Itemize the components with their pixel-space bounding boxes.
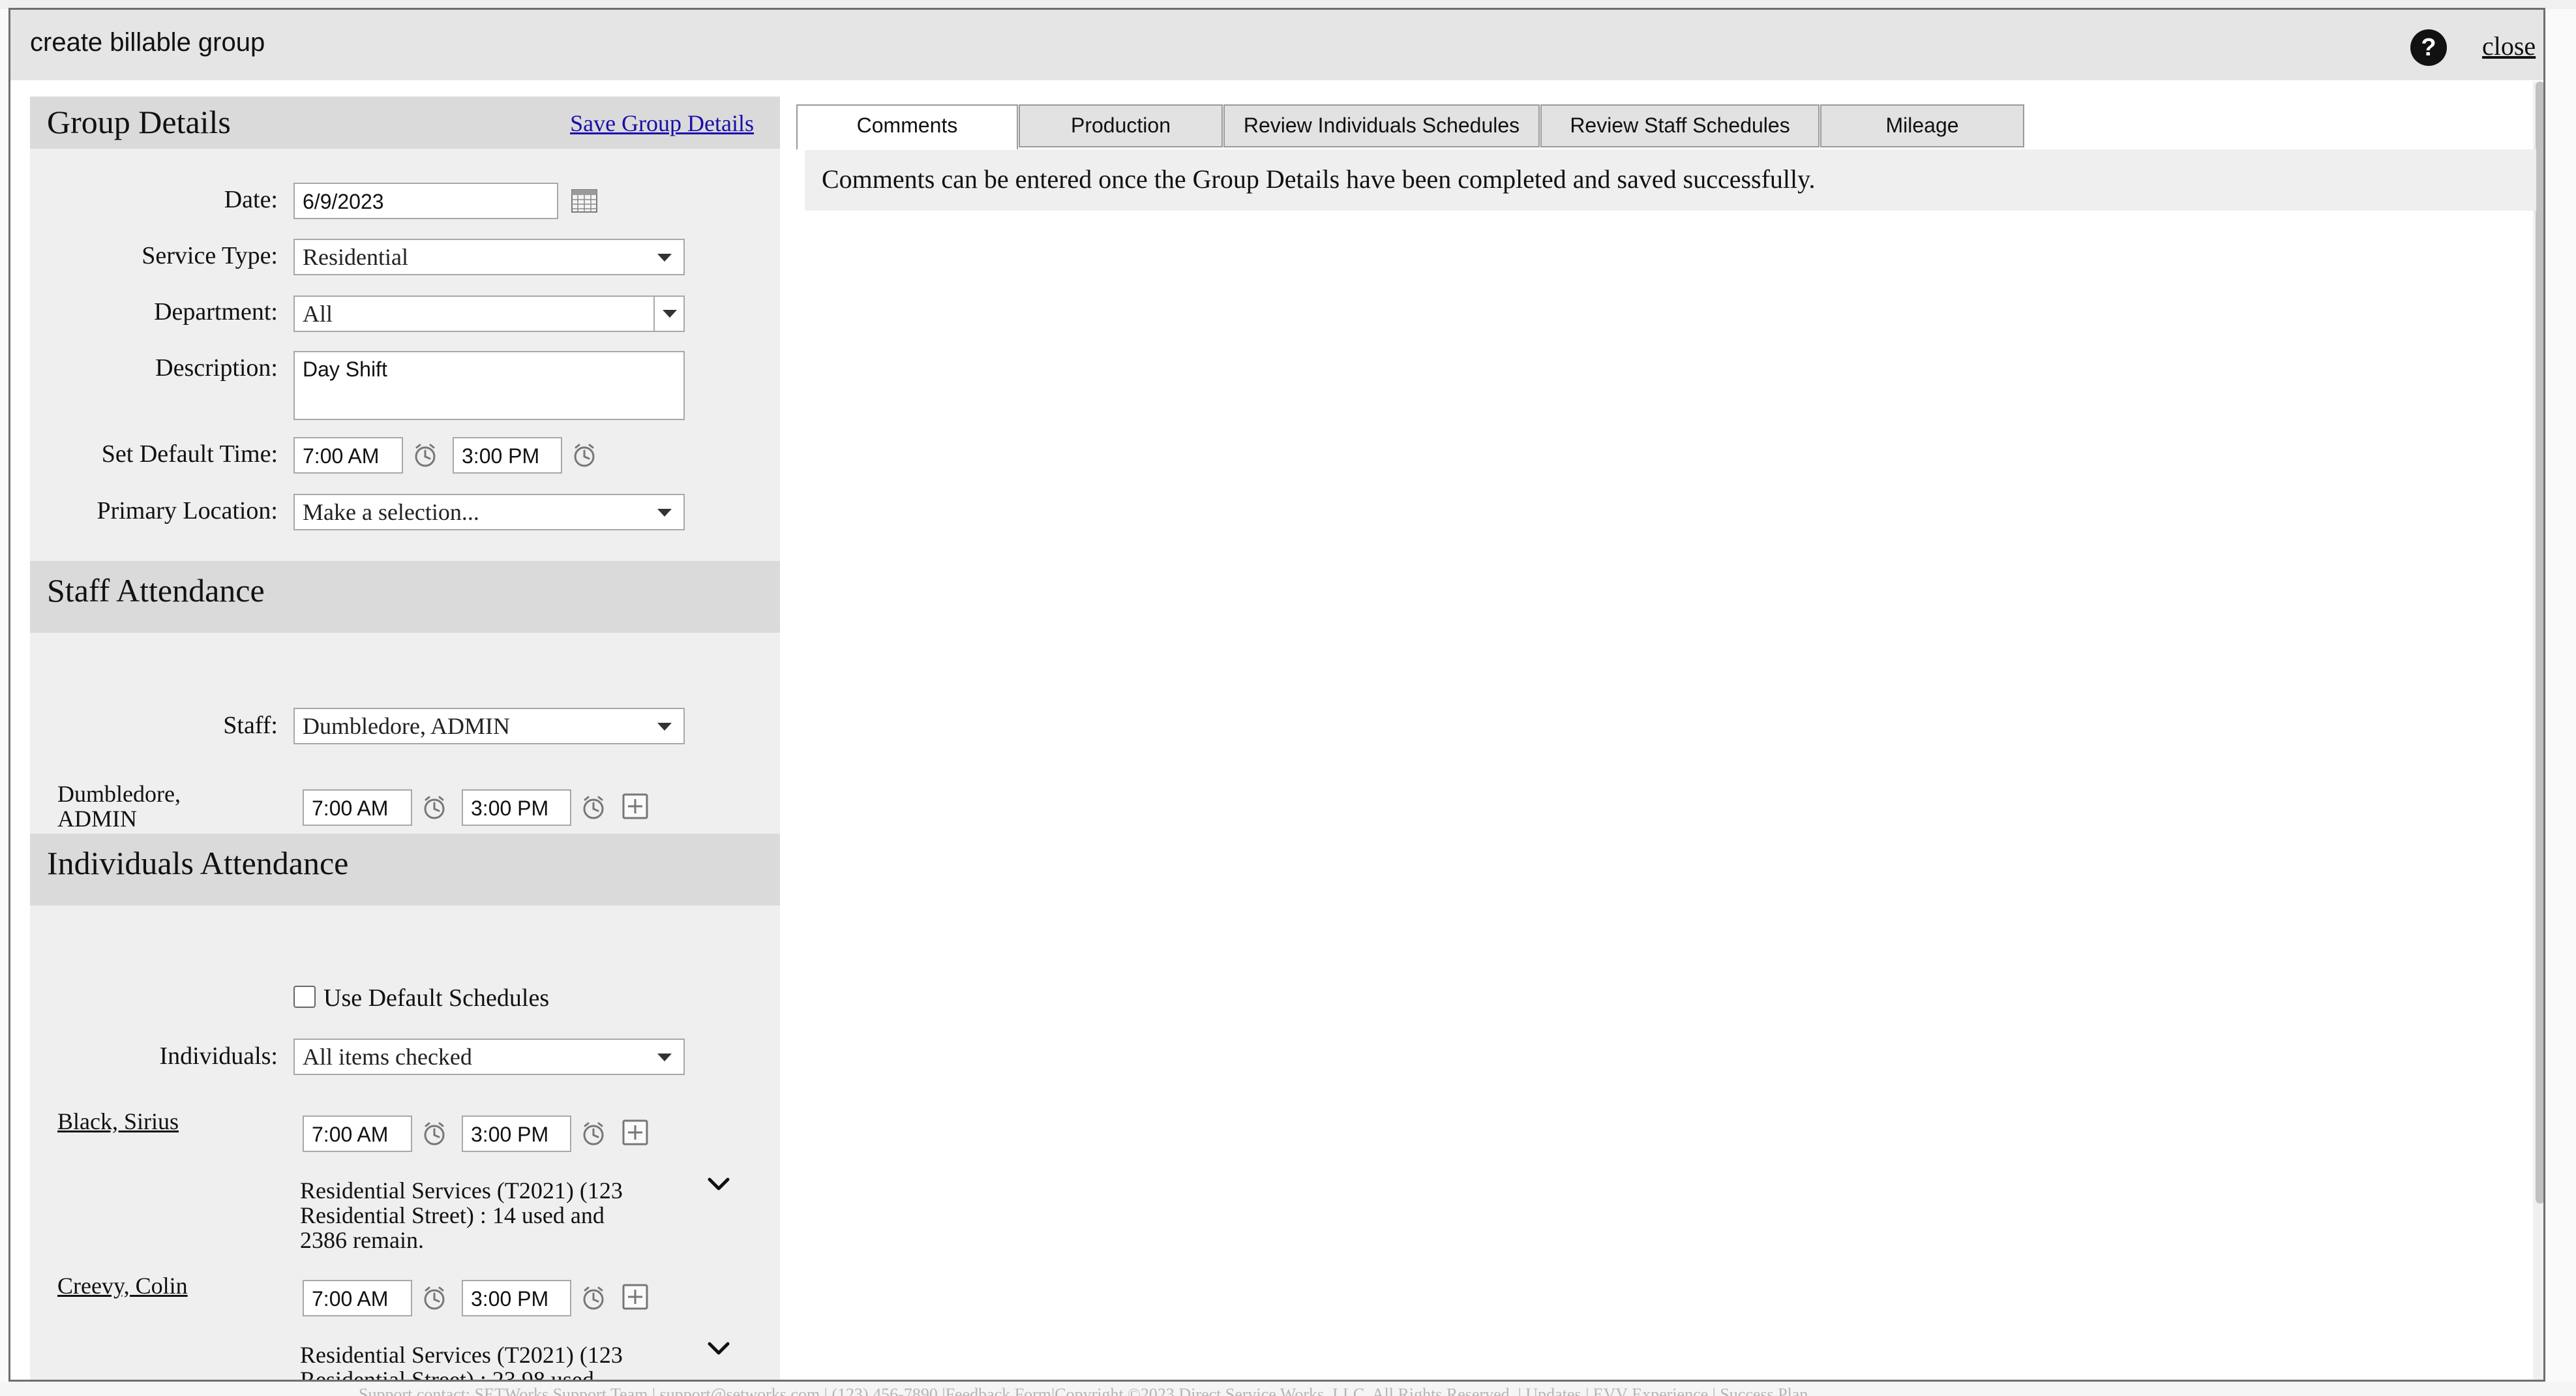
clock-icon[interactable] (570, 441, 599, 470)
individual-service-summary: Residential Services (T2021) (123 Reside… (300, 1342, 665, 1382)
individual-start-time-input[interactable]: 7:00 AM (303, 1115, 412, 1152)
service-line: 2386 remain. (300, 1227, 424, 1253)
clock-icon[interactable] (420, 1119, 449, 1148)
department-value: All (303, 301, 333, 327)
primary-location-select[interactable]: Make a selection... (293, 494, 685, 530)
comments-message: Comments can be entered once the Group D… (822, 164, 1816, 194)
group-details-title: Group Details (47, 104, 231, 140)
department-dropdown-button[interactable] (653, 297, 683, 331)
group-form-panel: Group Details Save Group Details Date: 6… (30, 97, 780, 1382)
clock-icon[interactable] (420, 1284, 449, 1313)
use-default-schedules-label: Use Default Schedules (323, 984, 550, 1012)
individual-name-link[interactable]: Black, Sirius (57, 1109, 179, 1134)
individual-service-summary: Residential Services (T2021) (123 Reside… (300, 1178, 665, 1252)
individuals-attendance-header: Individuals Attendance (30, 834, 780, 905)
dialog-titlebar: create billable group ? close (10, 10, 2543, 80)
service-line: Residential Street) : 14 used and (300, 1202, 605, 1228)
individuals-label: Individuals: (159, 1042, 278, 1070)
dropdown-arrow-icon (663, 310, 677, 318)
comments-panel: Comments can be entered once the Group D… (805, 149, 2536, 211)
save-group-details-link[interactable]: Save Group Details (570, 110, 754, 137)
individuals-attendance-title: Individuals Attendance (47, 845, 349, 881)
clock-icon[interactable] (579, 1284, 608, 1313)
service-type-select[interactable]: Residential (293, 239, 685, 275)
primary-location-label: Primary Location: (97, 497, 278, 524)
default-time-label: Set Default Time: (101, 440, 278, 468)
help-icon[interactable]: ? (2410, 29, 2447, 66)
description-textarea[interactable]: Day Shift (293, 351, 685, 420)
chevron-down-icon[interactable] (704, 1174, 733, 1194)
clock-icon[interactable] (420, 793, 449, 822)
service-line: Residential Services (T2021) (123 (300, 1177, 623, 1204)
description-label: Description: (155, 354, 278, 382)
tab-mileage[interactable]: Mileage (1820, 104, 2024, 147)
staff-start-time-input[interactable]: 7:00 AM (303, 789, 412, 826)
clock-icon[interactable] (579, 793, 608, 822)
background-page-footer: Support contact: SETWorks Support Team |… (0, 1382, 2576, 1396)
calendar-icon[interactable] (570, 187, 599, 215)
individual-start-time-input[interactable]: 7:00 AM (303, 1280, 412, 1316)
staff-select[interactable]: Dumbledore, ADMIN (293, 708, 685, 744)
create-billable-group-dialog: create billable group ? close Group Deta… (8, 8, 2545, 1382)
individual-name-link[interactable]: Creevy, Colin (57, 1273, 188, 1298)
dropdown-arrow-icon (657, 723, 672, 731)
tab-comments[interactable]: Comments (796, 104, 1018, 150)
clock-icon[interactable] (411, 441, 440, 470)
tab-production[interactable]: Production (1019, 104, 1223, 147)
staff-end-time-input[interactable]: 3:00 PM (462, 789, 571, 826)
staff-row-name: Dumbledore, ADMIN (57, 781, 181, 831)
dropdown-arrow-icon (657, 509, 672, 517)
clock-icon[interactable] (579, 1119, 608, 1148)
individual-end-time-input[interactable]: 3:00 PM (462, 1280, 571, 1316)
add-icon[interactable] (621, 1282, 650, 1311)
default-end-time-input[interactable]: 3:00 PM (453, 437, 562, 474)
individuals-value: All items checked (303, 1044, 472, 1070)
service-type-label: Service Type: (142, 242, 278, 269)
tab-review-individuals-schedules[interactable]: Review Individuals Schedules (1223, 104, 1540, 147)
dialog-title: create billable group (30, 28, 265, 57)
dropdown-arrow-icon (657, 254, 672, 262)
staff-row-name-line2: ADMIN (57, 806, 137, 832)
add-icon[interactable] (621, 792, 650, 821)
staff-attendance-header: Staff Attendance (30, 561, 780, 633)
dropdown-arrow-icon (657, 1054, 672, 1061)
service-type-value: Residential (303, 244, 408, 270)
individuals-select[interactable]: All items checked (293, 1039, 685, 1075)
staff-row-name-line1: Dumbledore, (57, 781, 181, 807)
primary-location-value: Make a selection... (303, 499, 479, 525)
chevron-down-icon[interactable] (704, 1339, 733, 1358)
add-icon[interactable] (621, 1118, 650, 1147)
scrollbar-thumb[interactable] (2536, 82, 2543, 1204)
tab-review-staff-schedules[interactable]: Review Staff Schedules (1540, 104, 1820, 147)
staff-value: Dumbledore, ADMIN (303, 713, 510, 739)
group-details-header: Group Details Save Group Details (30, 97, 780, 149)
department-label: Department: (154, 298, 278, 326)
service-line: Residential Services (T2021) (123 (300, 1342, 623, 1368)
staff-attendance-title: Staff Attendance (47, 572, 265, 609)
staff-label: Staff: (223, 712, 278, 739)
department-select[interactable]: All (293, 296, 685, 332)
date-label: Date: (224, 186, 278, 213)
service-line: Residential Street) : 23.98 used (300, 1367, 594, 1382)
dialog-scrollbar[interactable] (2533, 82, 2543, 1380)
default-start-time-input[interactable]: 7:00 AM (293, 437, 403, 474)
close-link[interactable]: close (2482, 31, 2536, 61)
use-default-schedules-checkbox[interactable] (293, 986, 316, 1008)
individual-end-time-input[interactable]: 3:00 PM (462, 1115, 571, 1152)
date-input[interactable]: 6/9/2023 (293, 183, 558, 219)
